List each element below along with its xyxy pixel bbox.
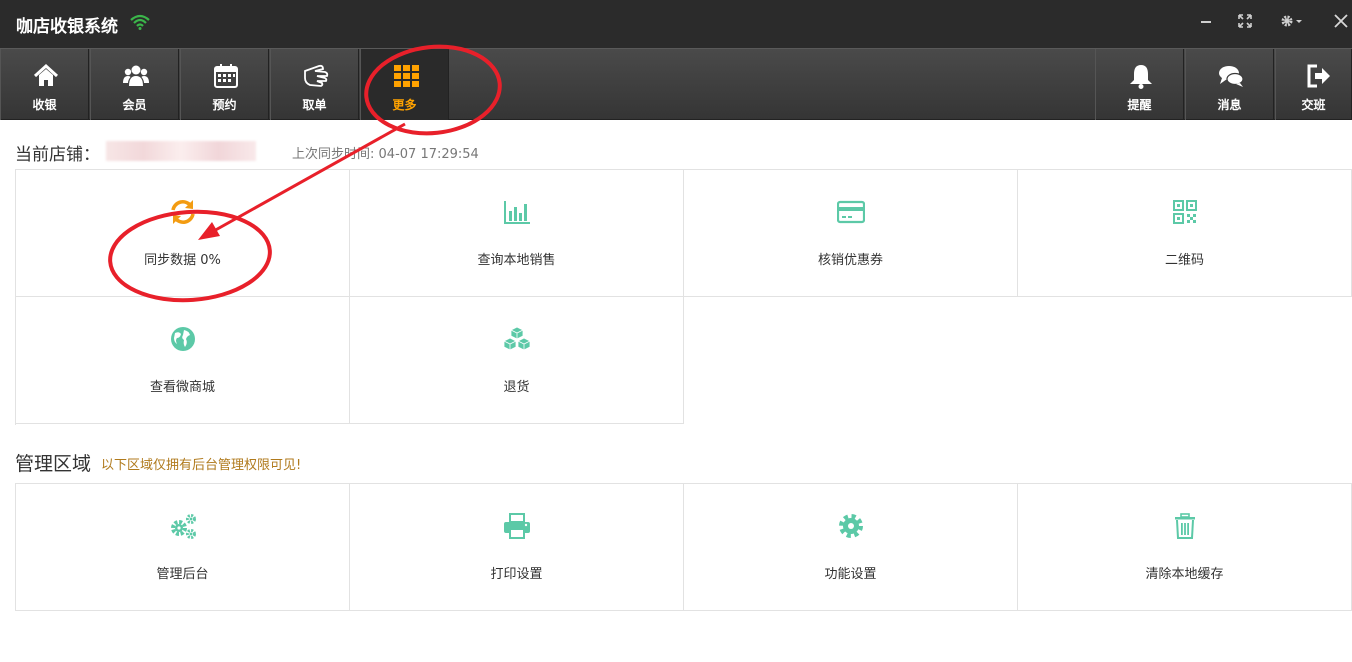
bar-chart-icon bbox=[504, 201, 530, 224]
admin-print-settings[interactable]: 打印设置 bbox=[350, 484, 684, 611]
toolbar-label: 更多 bbox=[392, 98, 417, 112]
admin-label: 功能设置 bbox=[824, 567, 877, 582]
grid-icon bbox=[394, 65, 419, 87]
toolbar-more[interactable]: 更多 bbox=[360, 49, 449, 120]
chat-icon bbox=[1219, 66, 1244, 87]
admin-function-settings[interactable]: 功能设置 bbox=[684, 484, 1018, 611]
toolbar-pickup[interactable]: 取单 bbox=[270, 49, 359, 120]
feature-label: 查询本地销售 bbox=[477, 253, 556, 268]
bell-icon bbox=[1130, 65, 1152, 89]
gear-dropdown-icon bbox=[1281, 15, 1302, 27]
feature-returns[interactable]: 退货 bbox=[350, 297, 684, 424]
toolbar-label: 取单 bbox=[302, 98, 327, 112]
printer-icon bbox=[504, 513, 530, 539]
close-icon bbox=[1334, 14, 1348, 28]
trash-icon bbox=[1175, 513, 1195, 539]
feature-label: 同步数据 0% bbox=[144, 253, 221, 268]
admin-clear-cache[interactable]: 清除本地缓存 bbox=[1018, 484, 1352, 611]
feature-grid: 同步数据 0% 查询本地销售 核销优惠券 二维码 查看微商城 退货 bbox=[15, 169, 1352, 425]
admin-label: 打印设置 bbox=[490, 567, 543, 582]
feature-qrcode[interactable]: 二维码 bbox=[1018, 170, 1352, 297]
toolbar-label: 会员 bbox=[122, 98, 147, 112]
admin-section-note: 以下区域仅拥有后台管理权限可见! bbox=[101, 458, 302, 473]
gear-icon bbox=[839, 514, 863, 538]
toolbar-shift-change[interactable]: 交班 bbox=[1275, 49, 1352, 120]
toolbar-members[interactable]: 会员 bbox=[90, 49, 179, 120]
feature-coupon-redeem[interactable]: 核销优惠券 bbox=[684, 170, 1018, 297]
toolbar-label: 提醒 bbox=[1127, 98, 1152, 112]
gears-icon bbox=[171, 514, 196, 539]
toolbar-cashier[interactable]: 收银 bbox=[0, 49, 89, 120]
admin-label: 管理后台 bbox=[156, 567, 209, 582]
toolbar-label: 预约 bbox=[212, 98, 237, 112]
toolbar-booking[interactable]: 预约 bbox=[180, 49, 269, 120]
store-name-blurred bbox=[106, 141, 256, 161]
home-icon bbox=[33, 63, 59, 86]
hand-icon bbox=[304, 64, 329, 87]
users-icon bbox=[123, 65, 149, 86]
title-bar: 咖店收银系统 bbox=[0, 0, 1352, 48]
admin-grid: 管理后台 打印设置 功能设置 清除本地缓存 bbox=[15, 483, 1352, 611]
toolbar-messages[interactable]: 消息 bbox=[1185, 49, 1274, 120]
feature-label: 查看微商城 bbox=[149, 380, 215, 395]
fullscreen-button[interactable] bbox=[1238, 14, 1252, 32]
app-title: 咖店收银系统 bbox=[16, 17, 118, 37]
expand-icon bbox=[1238, 14, 1252, 28]
sync-time-value: 04-07 17:29:54 bbox=[378, 147, 479, 162]
sync-time-label: 上次同步时间: bbox=[292, 147, 375, 162]
qrcode-icon bbox=[1173, 200, 1197, 224]
logout-icon bbox=[1307, 64, 1330, 88]
card-icon bbox=[837, 200, 865, 224]
toolbar-reminder[interactable]: 提醒 bbox=[1095, 49, 1184, 120]
main-toolbar: 收银 会员 预约 取单 更多 提醒 消息 交班 bbox=[0, 48, 1352, 120]
calendar-icon bbox=[214, 64, 238, 88]
last-sync-time: 上次同步时间: 04-07 17:29:54 bbox=[292, 143, 479, 162]
feature-local-sales[interactable]: 查询本地销售 bbox=[350, 170, 684, 297]
admin-label: 清除本地缓存 bbox=[1145, 567, 1224, 582]
wifi-icon bbox=[130, 14, 150, 30]
cubes-icon bbox=[503, 326, 531, 351]
sync-icon bbox=[171, 200, 195, 224]
feature-sync-data[interactable]: 同步数据 0% bbox=[16, 170, 350, 297]
admin-section-title: 管理区域 bbox=[15, 453, 92, 475]
toolbar-label: 收银 bbox=[32, 98, 57, 112]
toolbar-label: 交班 bbox=[1301, 98, 1326, 112]
settings-menu-button[interactable] bbox=[1280, 14, 1308, 32]
globe-icon bbox=[171, 327, 195, 351]
feature-label: 核销优惠券 bbox=[817, 253, 883, 268]
toolbar-label: 消息 bbox=[1217, 98, 1242, 112]
current-store-label: 当前店铺： bbox=[15, 145, 100, 165]
feature-micro-mall[interactable]: 查看微商城 bbox=[16, 297, 350, 424]
minimize-button[interactable] bbox=[1200, 10, 1212, 34]
feature-label: 二维码 bbox=[1164, 253, 1204, 268]
close-button[interactable] bbox=[1334, 14, 1348, 32]
admin-backend[interactable]: 管理后台 bbox=[16, 484, 350, 611]
feature-label: 退货 bbox=[503, 380, 530, 395]
